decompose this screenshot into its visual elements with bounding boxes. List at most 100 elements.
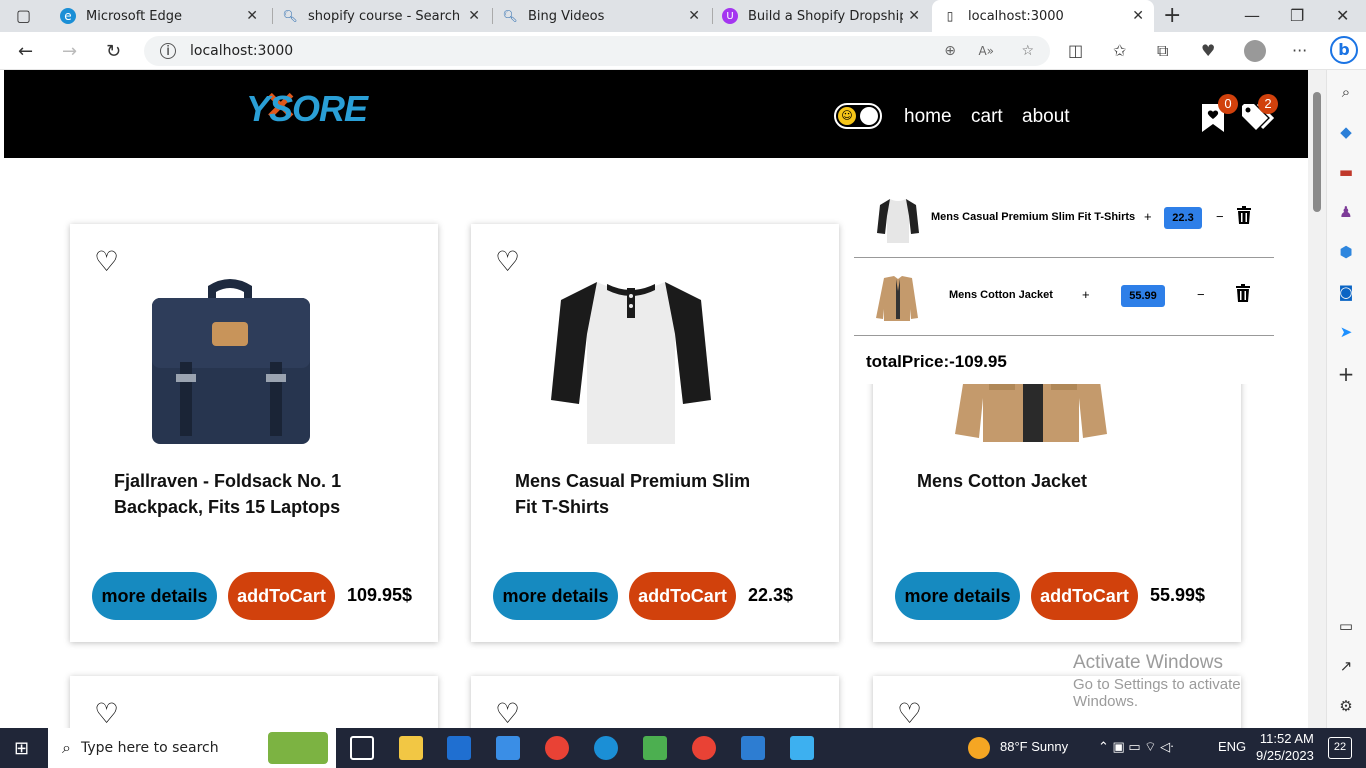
sidebar-panel-icon[interactable]: ▭	[1336, 616, 1356, 636]
wishlist-bookmark-icon[interactable]: 0	[1200, 94, 1238, 134]
tab-microsoft-edge[interactable]: e Microsoft Edge ✕	[50, 0, 268, 32]
extensions-icon[interactable]: ♥	[1201, 41, 1215, 60]
send-icon[interactable]: ➤	[1336, 322, 1356, 342]
task-view-icon[interactable]	[350, 736, 374, 760]
minimize-button[interactable]: —	[1244, 6, 1260, 25]
tab-shopify-course[interactable]: U Build a Shopify Dropshipping ✕	[712, 0, 930, 32]
nav-home-link[interactable]: home	[904, 106, 952, 128]
page-scrollbar[interactable]	[1308, 70, 1326, 728]
clock[interactable]: 11:52 AM 9/25/2023	[1256, 731, 1314, 763]
cart-tag-icon[interactable]: 2	[1240, 94, 1278, 134]
more-details-button[interactable]: more details	[493, 572, 618, 620]
clock-date: 9/25/2023	[1256, 748, 1314, 763]
info-icon[interactable]: i	[160, 43, 176, 59]
file-explorer-icon[interactable]	[399, 736, 423, 760]
edge-icon[interactable]	[594, 736, 618, 760]
mail-icon[interactable]	[496, 736, 520, 760]
theme-toggle[interactable]: ☺	[834, 103, 882, 129]
back-icon[interactable]: ←	[18, 41, 33, 62]
trash-icon[interactable]	[1237, 206, 1251, 224]
add-app-icon[interactable]: +	[1336, 364, 1356, 384]
increase-quantity-button[interactable]: +	[1082, 287, 1090, 302]
cart-item-image	[874, 196, 922, 244]
open-external-icon[interactable]: ↗	[1336, 656, 1356, 676]
close-window-button[interactable]: ✕	[1336, 6, 1349, 25]
scrollbar-thumb[interactable]	[1313, 92, 1321, 212]
product-image-tshirt[interactable]	[547, 274, 715, 446]
outlook-icon[interactable]: ◙	[1336, 282, 1356, 302]
bing-chat-icon[interactable]: b	[1330, 36, 1358, 64]
close-tab-icon[interactable]: ✕	[688, 8, 700, 24]
search-icon[interactable]: ⌕	[1336, 82, 1356, 102]
store-icon[interactable]	[447, 736, 471, 760]
decrease-quantity-button[interactable]: −	[1216, 209, 1224, 224]
product-price: 109.95$	[347, 585, 413, 605]
tab-shopify-search[interactable]: 🔍︎ shopify course - Search ✕	[272, 0, 490, 32]
shopping-tag-icon[interactable]: ◆	[1336, 122, 1356, 142]
product-card: ♡	[471, 676, 839, 728]
close-tab-icon[interactable]: ✕	[468, 8, 480, 24]
weather-text[interactable]: 88°F Sunny	[1000, 739, 1068, 754]
close-tab-icon[interactable]: ✕	[908, 8, 920, 24]
vscode-icon[interactable]	[741, 736, 765, 760]
heart-icon[interactable]: ♡	[495, 248, 520, 276]
tools-icon[interactable]: ▬	[1336, 162, 1356, 182]
cart-item-name: Mens Cotton Jacket	[949, 289, 1053, 301]
photos-icon[interactable]	[790, 736, 814, 760]
chrome-icon[interactable]	[545, 736, 569, 760]
zoom-icon[interactable]: ⊕	[944, 43, 956, 59]
restore-button[interactable]: ❐	[1290, 6, 1304, 25]
site-navbar: ✕ YSORE ☺ home cart about 0 2	[4, 70, 1308, 158]
add-to-cart-button[interactable]: addToCart	[228, 572, 335, 620]
language-indicator[interactable]: ENG	[1218, 739, 1246, 754]
heart-icon[interactable]: ♡	[897, 700, 922, 728]
heart-icon[interactable]: ♡	[495, 700, 520, 728]
more-details-button[interactable]: more details	[92, 572, 217, 620]
heart-icon[interactable]: ♡	[94, 700, 119, 728]
add-to-cart-button[interactable]: addToCart	[1031, 572, 1138, 620]
increase-quantity-button[interactable]: +	[1144, 209, 1152, 224]
add-to-cart-button[interactable]: addToCart	[629, 572, 736, 620]
weather-sun-icon[interactable]	[968, 737, 990, 759]
trash-icon[interactable]	[1236, 284, 1250, 302]
taskbar-search-box[interactable]: ⌕ Type here to search	[48, 728, 336, 768]
site-logo[interactable]: YSORE	[246, 88, 368, 130]
split-screen-icon[interactable]: ◫	[1068, 41, 1083, 60]
close-tab-icon[interactable]: ✕	[1132, 8, 1144, 24]
tab-actions-icon[interactable]: ▢	[16, 6, 31, 25]
tray-icons[interactable]: ⌃ ▣ ▭ ⌔ ◁ᐧ	[1098, 739, 1173, 755]
heart-icon[interactable]: ♡	[94, 248, 119, 276]
forward-icon[interactable]: →	[62, 41, 77, 62]
notification-center-icon[interactable]: 22	[1328, 737, 1352, 759]
tab-title: Build a Shopify Dropshipping	[748, 8, 903, 24]
tab-bing-videos[interactable]: 🔍︎ Bing Videos ✕	[492, 0, 710, 32]
more-menu-icon[interactable]: ···	[1292, 41, 1307, 60]
watermark-title: Activate Windows	[1073, 652, 1223, 673]
toggle-knob	[860, 107, 878, 125]
close-tab-icon[interactable]: ✕	[246, 8, 258, 24]
decrease-quantity-button[interactable]: −	[1197, 287, 1205, 302]
new-tab-button[interactable]: +	[1163, 3, 1181, 28]
search-icon: 🔍︎	[502, 9, 518, 23]
windows-start-icon[interactable]: ⊞	[14, 738, 29, 759]
favorite-star-icon[interactable]: ☆	[1021, 43, 1034, 59]
profile-avatar[interactable]	[1244, 40, 1266, 62]
address-bar[interactable]: i localhost:3000 ⊕ A» ☆	[144, 36, 1050, 66]
tab-localhost[interactable]: ▯ localhost:3000 ✕	[932, 0, 1154, 32]
url-text: localhost:3000	[190, 43, 294, 59]
games-icon[interactable]: ♟	[1336, 202, 1356, 222]
collections-icon[interactable]: ⧉	[1157, 41, 1168, 61]
chrome-profile-icon[interactable]	[692, 736, 716, 760]
office-icon[interactable]: ⬢	[1336, 242, 1356, 262]
app-icon[interactable]	[643, 736, 667, 760]
read-aloud-icon[interactable]: A»	[978, 44, 994, 58]
product-card: ♡ Mens Casual Premium Slim Fit T-Shirts …	[471, 224, 839, 642]
favorites-icon[interactable]: ✩	[1113, 41, 1126, 60]
settings-gear-icon[interactable]: ⚙	[1336, 696, 1356, 716]
nav-cart-link[interactable]: cart	[971, 106, 1003, 128]
refresh-icon[interactable]: ↻	[106, 41, 121, 62]
nav-about-link[interactable]: about	[1022, 106, 1070, 128]
product-image-backpack[interactable]	[146, 274, 314, 446]
more-details-button[interactable]: more details	[895, 572, 1020, 620]
smiley-icon: ☺	[838, 107, 856, 125]
